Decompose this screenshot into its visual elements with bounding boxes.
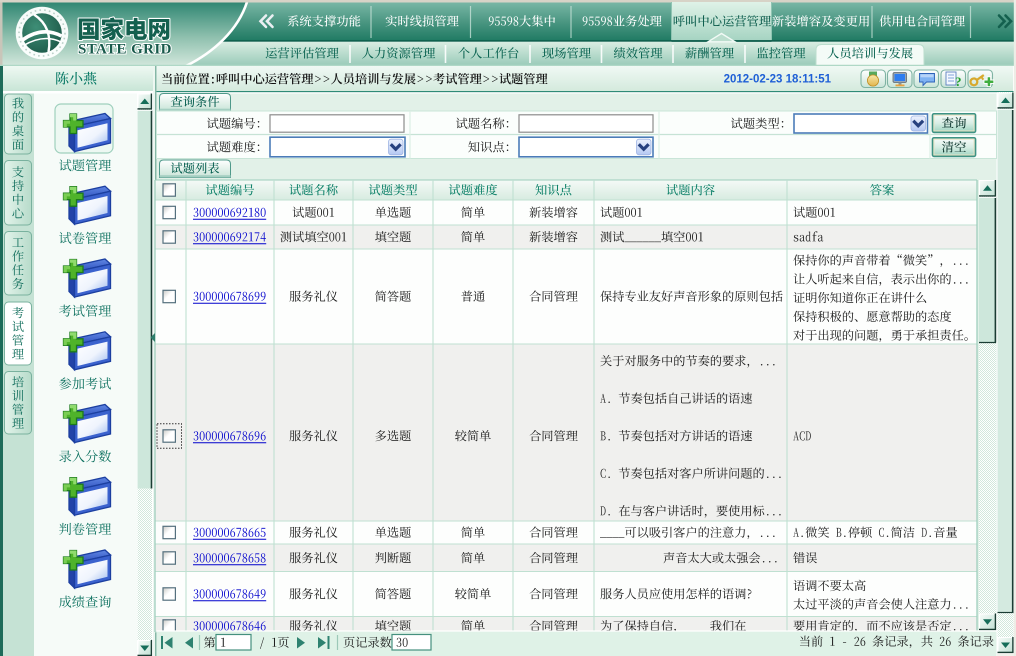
svg-text:?: ? [955,74,962,89]
svg-text:STATE GRID: STATE GRID [78,42,172,58]
svg-text:2012-02-23 18:11:51: 2012-02-23 18:11:51 [724,74,832,86]
